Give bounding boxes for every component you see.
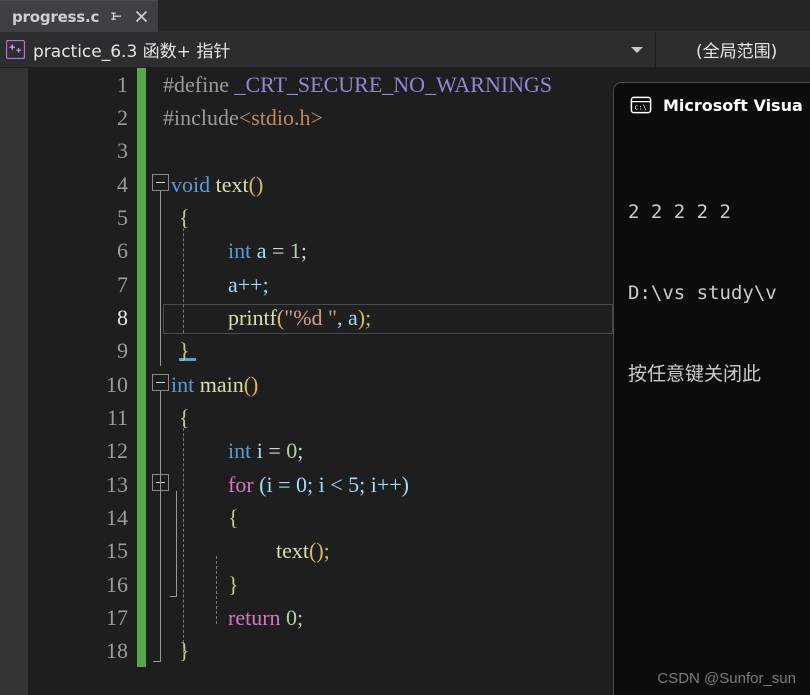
token-close-brace: } bbox=[179, 337, 190, 363]
line-number: 4 bbox=[117, 171, 128, 197]
token-arg-a: , a bbox=[337, 304, 358, 330]
token-rparen-semi: ); bbox=[357, 304, 372, 330]
console-output-line: 按任意键关闭此 bbox=[628, 362, 762, 385]
console-titlebar[interactable]: c:\ Microsoft Visua bbox=[614, 83, 810, 127]
token-int: int bbox=[171, 371, 195, 397]
token-format-string: "%d " bbox=[284, 304, 338, 330]
tab-progress-c[interactable]: progress.c bbox=[0, 0, 159, 32]
console-output-line: 2 2 2 2 2 bbox=[628, 200, 731, 223]
token-semicolon: ; bbox=[297, 437, 304, 463]
token-text-fn: text bbox=[215, 171, 249, 197]
token-return-value: 0; bbox=[280, 604, 304, 630]
code-line-5: { bbox=[179, 204, 190, 230]
tab-label: progress.c bbox=[12, 7, 100, 26]
code-line-17: return 0; bbox=[228, 604, 304, 630]
token-a-increment: a++; bbox=[228, 271, 269, 297]
line-number: 18 bbox=[106, 637, 128, 663]
line-number: 3 bbox=[117, 137, 128, 163]
token-macro-name: _CRT_SECURE_NO_WARNINGS bbox=[234, 71, 553, 97]
line-number: 12 bbox=[106, 437, 128, 463]
token-open-brace: { bbox=[179, 204, 190, 230]
token-for: for bbox=[228, 471, 254, 497]
code-line-16: } bbox=[228, 571, 239, 597]
line-number: 15 bbox=[106, 537, 128, 563]
token-one: 1 bbox=[289, 237, 301, 263]
token-printf: printf bbox=[228, 304, 277, 330]
terminal-icon: c:\ bbox=[630, 94, 652, 116]
editor-tab-strip: progress.c bbox=[0, 0, 810, 32]
code-line-8: printf("%d ", a); bbox=[228, 304, 372, 330]
line-number: 17 bbox=[106, 604, 128, 630]
line-number: 13 bbox=[106, 471, 128, 497]
code-line-10: int main() bbox=[171, 371, 259, 397]
token-return: return bbox=[228, 604, 281, 630]
token-int: int bbox=[228, 237, 252, 263]
token-include: #include bbox=[163, 104, 239, 130]
line-number: 7 bbox=[117, 271, 128, 297]
code-line-11: { bbox=[179, 404, 190, 430]
code-line-15: text(); bbox=[276, 537, 330, 563]
code-line-1: #define _CRT_SECURE_NO_WARNINGS bbox=[163, 71, 553, 97]
token-var-a: a bbox=[256, 237, 267, 263]
chevron-down-icon[interactable] bbox=[631, 46, 643, 53]
code-line-2: #include<stdio.h> bbox=[163, 104, 323, 130]
line-number: 5 bbox=[117, 204, 128, 230]
pin-icon[interactable] bbox=[108, 9, 124, 25]
line-number: 11 bbox=[106, 404, 128, 430]
code-line-18: } bbox=[179, 637, 190, 663]
token-close-brace: } bbox=[228, 571, 239, 597]
project-scope-label: practice_6.3 函数+ 指针 bbox=[33, 42, 231, 62]
token-parens: () bbox=[243, 371, 259, 397]
line-number-current: 8 bbox=[117, 304, 128, 330]
console-window[interactable]: c:\ Microsoft Visua 2 2 2 2 2 D:\vs stud… bbox=[613, 82, 810, 695]
token-zero: 0 bbox=[286, 437, 298, 463]
token-open-brace: { bbox=[179, 404, 190, 430]
line-number: 1 bbox=[117, 71, 128, 97]
member-scope-dropdown[interactable]: (全局范围) bbox=[656, 32, 810, 67]
code-line-6: int a = 1; bbox=[228, 237, 308, 263]
line-number: 10 bbox=[106, 371, 128, 397]
line-number: 6 bbox=[117, 237, 128, 263]
token-int: int bbox=[228, 437, 252, 463]
console-output-line: D:\vs study\v bbox=[628, 281, 777, 304]
project-scope-dropdown[interactable]: practice_6.3 函数+ 指针 bbox=[0, 32, 655, 67]
token-header: stdio.h bbox=[251, 104, 311, 130]
token-assign: = bbox=[266, 237, 290, 263]
token-for-clause: (i = 0; i < 5; i++) bbox=[253, 471, 409, 497]
token-main-fn: main bbox=[199, 371, 244, 397]
token-close-brace: } bbox=[179, 637, 190, 663]
code-line-9: } bbox=[179, 337, 190, 363]
code-line-14: { bbox=[228, 504, 239, 530]
line-number: 14 bbox=[106, 504, 128, 530]
token-lt: < bbox=[238, 104, 252, 130]
csdn-watermark: CSDN @Sunfor_sun bbox=[657, 670, 796, 687]
console-title-label: Microsoft Visua bbox=[663, 95, 803, 115]
console-output: 2 2 2 2 2 D:\vs study\v 按任意键关闭此 bbox=[614, 127, 810, 442]
code-line-7: a++; bbox=[228, 271, 269, 297]
line-number: 9 bbox=[117, 337, 128, 363]
token-define: #define bbox=[163, 71, 229, 97]
cpp-project-icon bbox=[5, 39, 26, 60]
code-line-13: for (i = 0; i < 5; i++) bbox=[228, 471, 409, 497]
member-scope-label: (全局范围) bbox=[696, 42, 778, 62]
close-icon[interactable] bbox=[133, 9, 149, 25]
line-number: 16 bbox=[106, 571, 128, 597]
code-line-12: int i = 0; bbox=[228, 437, 304, 463]
line-number: 2 bbox=[117, 104, 128, 130]
token-call-semi: (); bbox=[309, 537, 330, 563]
token-gt: > bbox=[310, 104, 323, 130]
token-void: void bbox=[171, 171, 211, 197]
navigation-bar: practice_6.3 函数+ 指针 (全局范围) bbox=[0, 32, 810, 68]
token-open-brace: { bbox=[228, 504, 239, 530]
code-line-4: void text() bbox=[171, 171, 264, 197]
token-assign: = bbox=[262, 437, 287, 463]
vs-editor-window: progress.c practice_6.3 函数+ 指针 (全局范围) 1 … bbox=[0, 0, 810, 695]
tab-strip-empty-area bbox=[158, 0, 810, 32]
token-parens: () bbox=[248, 171, 264, 197]
token-semicolon: ; bbox=[300, 237, 308, 263]
svg-text:c:\: c:\ bbox=[634, 104, 647, 112]
token-text-call: text bbox=[276, 537, 309, 563]
